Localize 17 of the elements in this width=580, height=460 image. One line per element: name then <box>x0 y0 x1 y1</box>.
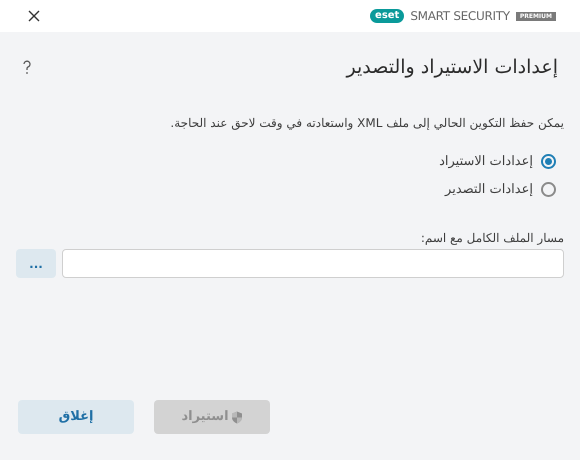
close-icon <box>28 10 40 22</box>
close-dialog-button[interactable]: إغلاق <box>18 400 134 434</box>
radio-option[interactable]: إعدادات التصدير <box>16 180 556 199</box>
field-label: مسار الملف الكامل مع اسم: <box>420 230 564 247</box>
help-icon[interactable] <box>22 59 32 75</box>
path-input-field[interactable] <box>62 249 564 278</box>
product-name: SMART SECURITY <box>410 8 510 25</box>
option-label: إعدادات الاستيراد <box>439 153 533 171</box>
radio-button[interactable] <box>541 182 556 197</box>
logo: eset <box>370 9 404 23</box>
radio-option[interactable]: إعدادات الاستيراد <box>16 152 556 172</box>
shield-icon <box>230 410 243 424</box>
radio-button[interactable] <box>541 154 556 170</box>
description-text: يمكن حفظ التكوين الحالي إلى ملف XML واستعادته في وقت لاحق عند الحاجة. <box>169 115 564 132</box>
dialog-title: إعدادات الاستيراد والتصدير <box>346 54 559 80</box>
browse-button[interactable]: ... <box>16 249 56 278</box>
option-label: إعدادات التصدير <box>445 180 533 198</box>
